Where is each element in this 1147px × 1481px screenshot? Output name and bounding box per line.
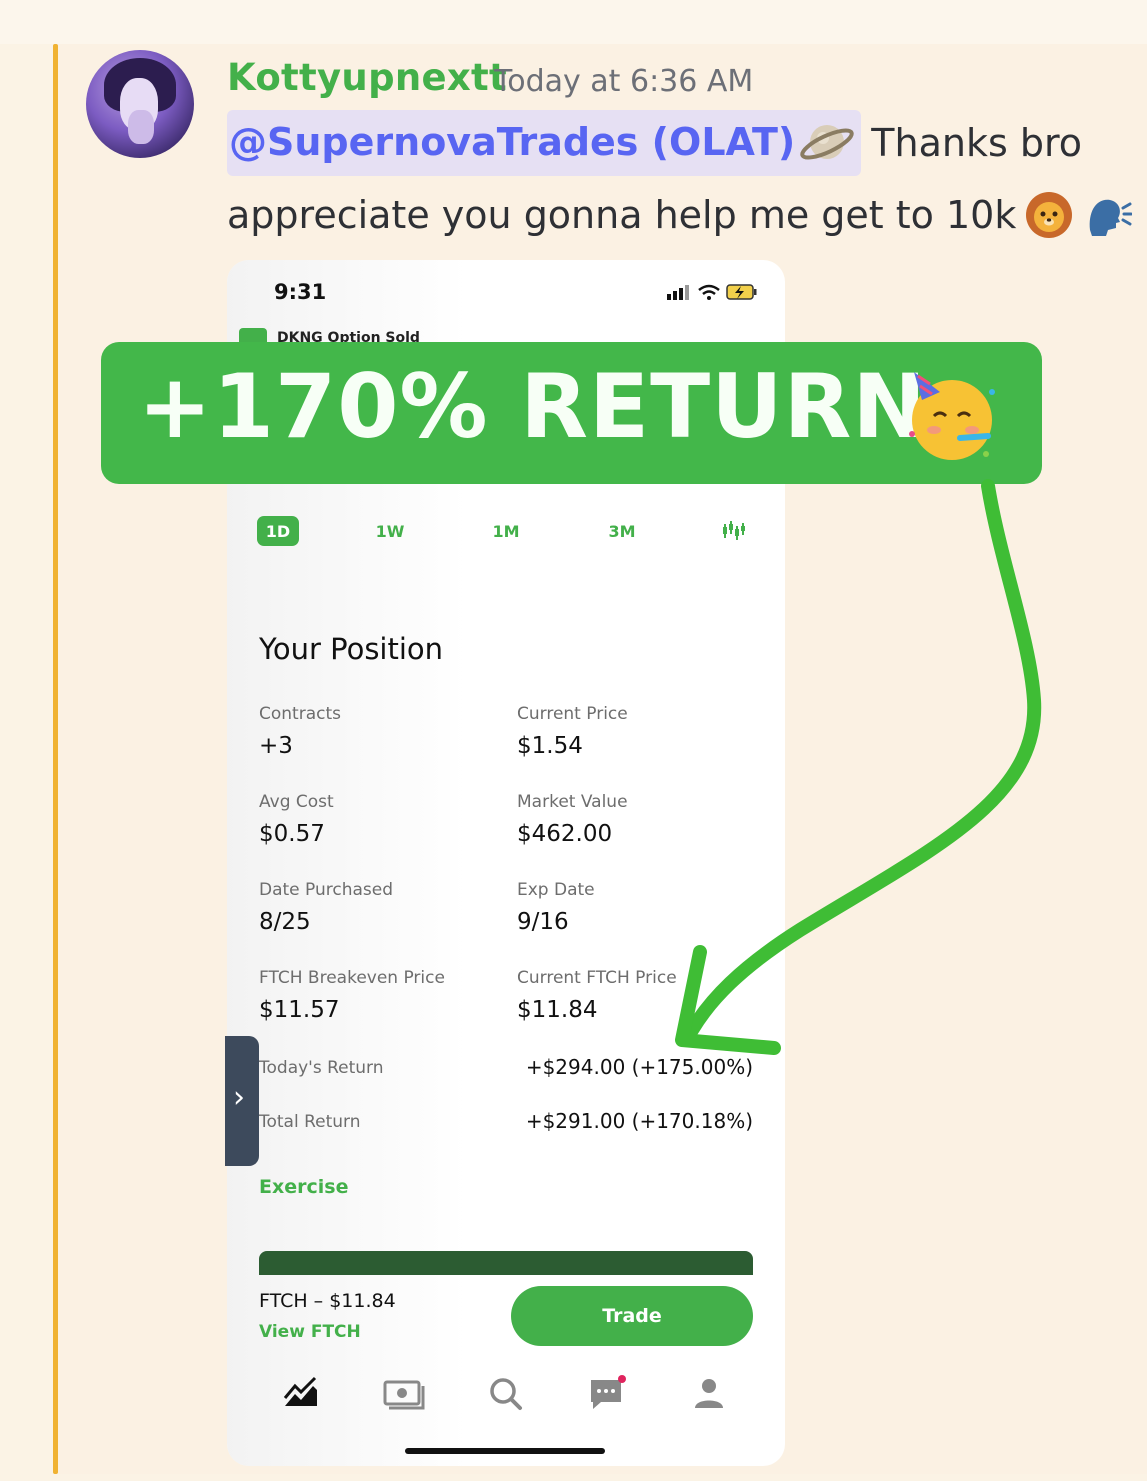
range-selector: 1D 1W 1M 3M: [257, 516, 757, 550]
breakeven-value: $11.57: [259, 997, 340, 1023]
total-return-label: Total Return: [259, 1112, 361, 1132]
range-1m[interactable]: 1M: [485, 516, 527, 546]
range-1w[interactable]: 1W: [369, 516, 411, 546]
status-time: 9:31: [274, 280, 327, 304]
trade-button[interactable]: Trade: [511, 1286, 753, 1346]
view-ticker-link[interactable]: View FTCH: [259, 1322, 361, 1342]
date-purchased-label: Date Purchased: [259, 880, 394, 900]
exp-date-label: Exp Date: [517, 880, 595, 900]
todays-return-value: +$294.00 (+175.00%): [525, 1055, 753, 1079]
ringed-planet-icon: [800, 125, 854, 160]
market-value-label: Market Value: [517, 792, 628, 812]
status-icons: [667, 284, 757, 300]
position-title: Your Position: [259, 632, 444, 666]
top-strip: [0, 0, 1147, 44]
date-purchased-value: 8/25: [259, 909, 311, 935]
chart-icon[interactable]: [277, 1370, 325, 1418]
avg-cost-value: $0.57: [259, 821, 325, 847]
cash-icon[interactable]: [379, 1370, 427, 1418]
username[interactable]: Kottyupnextt: [227, 56, 507, 99]
breakeven-label: FTCH Breakeven Price: [259, 968, 445, 988]
messages-icon[interactable]: [583, 1370, 631, 1418]
total-return-value: +$291.00 (+170.18%): [525, 1109, 753, 1133]
current-price-value: $1.54: [517, 733, 583, 759]
message-text-2: appreciate you gonna help me get to 10k: [227, 193, 1017, 237]
current-ftch-price-label: Current FTCH Price: [517, 968, 677, 988]
account-icon[interactable]: [685, 1370, 733, 1418]
user-mention[interactable]: @SupernovaTrades (OLAT): [227, 110, 862, 176]
sidebar-collapse-handle[interactable]: ›: [225, 1036, 259, 1166]
lion-face-icon: [1026, 192, 1073, 238]
avatar[interactable]: [86, 50, 194, 158]
todays-return-label: Today's Return: [259, 1058, 384, 1078]
message-accent-bar: [53, 44, 58, 1474]
banner-text: +170% RETURN: [138, 355, 928, 458]
timestamp: Today at 6:36 AM: [494, 64, 754, 99]
contracts-value: +3: [259, 733, 293, 759]
exp-date-value: 9/16: [517, 909, 569, 935]
current-price-label: Current Price: [517, 704, 628, 724]
market-value-value: $462.00: [517, 821, 613, 847]
contracts-label: Contracts: [259, 704, 341, 724]
range-1d[interactable]: 1D: [257, 516, 299, 546]
avg-cost-label: Avg Cost: [259, 792, 334, 812]
mention-label: @SupernovaTrades (OLAT): [229, 120, 796, 164]
message-line-1: @SupernovaTrades (OLAT) Thanks bro: [227, 110, 1082, 176]
home-indicator: [405, 1448, 605, 1454]
message-line-2: appreciate you gonna help me get to 10k: [227, 190, 1133, 240]
speaking-head-icon: [1090, 199, 1133, 236]
tab-bar: [227, 1370, 785, 1420]
candlestick-icon[interactable]: [721, 518, 747, 544]
banner-bar: [259, 1251, 753, 1275]
search-icon[interactable]: [481, 1370, 529, 1418]
ticker-price: FTCH – $11.84: [259, 1290, 396, 1312]
current-ftch-price-value: $11.84: [517, 997, 598, 1023]
range-3m[interactable]: 3M: [601, 516, 643, 546]
partying-face-icon: [909, 372, 995, 460]
exercise-link[interactable]: Exercise: [259, 1176, 348, 1198]
message-text-1: Thanks bro: [871, 121, 1083, 165]
